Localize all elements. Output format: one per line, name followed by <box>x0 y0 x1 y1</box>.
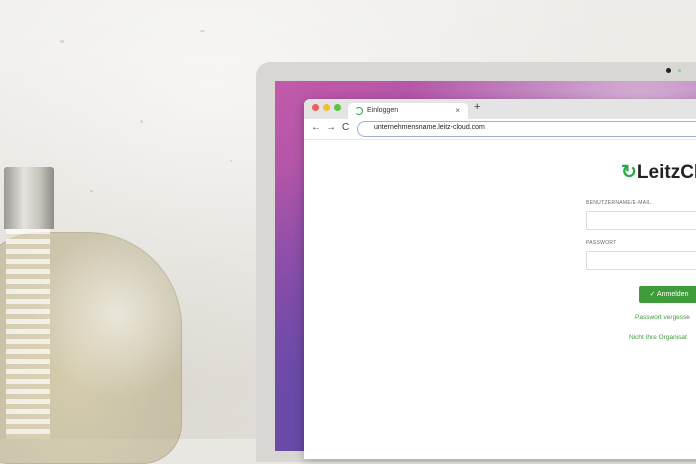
wall-speck <box>230 160 232 162</box>
forgot-password-link[interactable]: Passwort vergesse <box>635 314 690 321</box>
browser-toolbar: ← → C unternehmensname.leitz-cloud.com <box>304 119 696 140</box>
login-button-label: Anmelden <box>656 291 689 298</box>
username-field[interactable] <box>586 211 696 230</box>
lamp-metal-cap <box>4 167 54 229</box>
browser-window: Einloggen × + ← → C unternehmensname.lei… <box>304 99 696 459</box>
wall-speck <box>200 30 205 32</box>
login-button[interactable]: ✓ Anmelden <box>639 286 696 303</box>
reload-icon[interactable]: C <box>342 122 349 133</box>
leitz-cloud-logo-icon: ↻ <box>621 162 637 183</box>
forward-arrow-icon[interactable]: → <box>326 122 336 133</box>
url-text: unternehmensname.leitz-cloud.com <box>374 124 485 131</box>
username-label: BENUTZERNAME/E-MAIL <box>586 200 652 206</box>
address-bar[interactable]: unternehmensname.leitz-cloud.com <box>357 121 696 137</box>
logo-text: LeitzClo <box>636 162 696 183</box>
webcam-led <box>678 69 681 72</box>
leitz-cloud-logo: ↻LeitzClo <box>621 161 696 184</box>
check-icon: ✓ <box>649 291 656 298</box>
wall-speck <box>140 120 143 123</box>
back-arrow-icon[interactable]: ← <box>311 122 321 133</box>
password-field[interactable] <box>586 251 696 270</box>
wall-speck <box>60 40 64 43</box>
tab-einloggen[interactable]: Einloggen × <box>348 103 468 119</box>
maximize-window-button[interactable] <box>334 104 341 111</box>
password-label: PASSWORT <box>586 240 617 246</box>
tab-close-icon[interactable]: × <box>455 103 460 119</box>
leitz-cloud-favicon-icon <box>355 107 363 115</box>
tab-title: Einloggen <box>367 107 399 114</box>
other-organization-link[interactable]: Nicht Ihre Organisat <box>629 334 687 341</box>
minimize-window-button[interactable] <box>323 104 330 111</box>
wall-speck <box>90 190 93 192</box>
close-window-button[interactable] <box>312 104 319 111</box>
new-tab-button[interactable]: + <box>474 101 480 113</box>
tab-bar: Einloggen × + <box>304 99 696 119</box>
webcam <box>666 68 671 73</box>
lamp-rod <box>6 229 50 439</box>
